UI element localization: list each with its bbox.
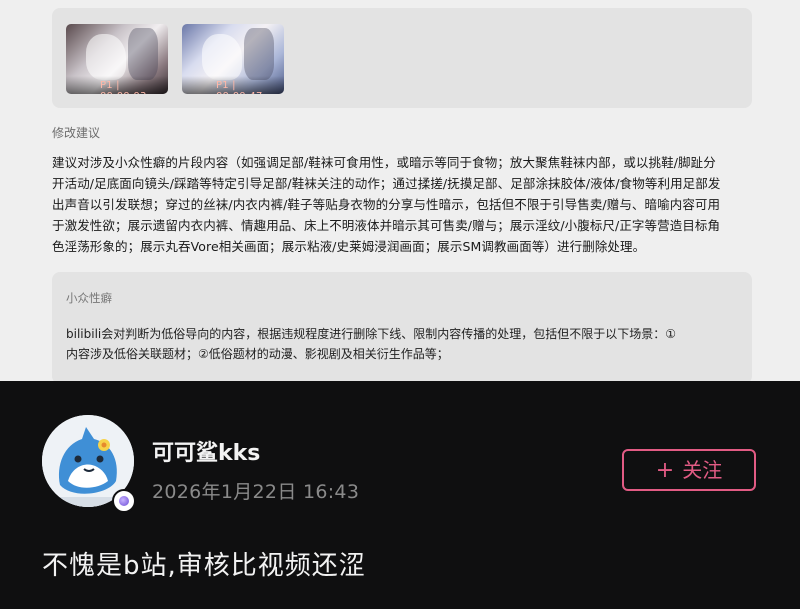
thumbnail-figure (244, 28, 274, 80)
thumbnail-card: P1 | 00:00:03 P1 | 00:00:47 (52, 8, 752, 108)
thumbnail-figure (128, 28, 158, 80)
plus-icon: + (655, 458, 675, 483)
section-title: 修改建议 (52, 126, 101, 140)
rule-line: bilibili会对判断为低俗导向的内容，根据违规程度进行删除下线、限制内容传播… (66, 327, 677, 341)
suggestion-line: 建议对涉及小众性癖的片段内容（如强调足部/鞋袜可食用性，或暗示等同于食物；放大聚… (52, 155, 716, 170)
rule-card-title: 小众性癖 (66, 291, 112, 305)
suggestion-line: 开活动/足底面向镜头/踩踏等特定引导足部/鞋袜关注的动作；通过揉搓/抚摸足部、足… (52, 176, 721, 191)
social-post: 可可鲨kks 2026年1月22日 16:43 + 关注 不愧是b站,审核比视频还… (0, 381, 800, 609)
suggestion-line: 出声音以引发联想；穿过的丝袜/内衣内裤/鞋子等贴身衣物的分享与性暗示，包括但不限… (52, 197, 721, 212)
video-thumbnail-1[interactable]: P1 | 00:00:03 (66, 24, 168, 94)
video-thumbnail-2[interactable]: P1 | 00:00:47 (182, 24, 284, 94)
thumbnail-timestamp: P1 | 00:00:47 (182, 76, 284, 94)
follow-button[interactable]: + 关注 (622, 449, 756, 491)
rule-line: 内容涉及低俗关联题材；②低俗题材的动漫、影视剧及相关衍生作品等； (66, 347, 449, 361)
username[interactable]: 可可鲨kks (152, 435, 260, 467)
follow-label: 关注 (682, 458, 723, 482)
suggestion-text: 建议对涉及小众性癖的片段内容（如强调足部/鞋袜可食用性，或暗示等同于食物；放大聚… (52, 152, 782, 257)
verified-badge-icon (112, 489, 136, 513)
moderation-report: P1 | 00:00:03 P1 | 00:00:47 修改建议 建议对涉及小众… (0, 0, 800, 381)
rule-card-text: bilibili会对判断为低俗导向的内容，根据违规程度进行删除下线、限制内容传播… (66, 324, 738, 364)
suggestion-line: 色淫荡形象的；展示丸吞Vore相关画面；展示粘液/史莱姆浸润画面；展示SM调教画… (52, 239, 646, 254)
post-timestamp: 2026年1月22日 16:43 (152, 481, 360, 503)
thumbnail-figure (202, 34, 242, 80)
thumbnail-figure (86, 34, 126, 80)
rule-card: 小众性癖 bilibili会对判断为低俗导向的内容，根据违规程度进行删除下线、限… (52, 272, 752, 381)
suggestion-line: 于激发性欲；展示遗留内衣内裤、情趣用品、床上不明液体并暗示其可售卖/赠与；展示淫… (52, 218, 721, 233)
post-text: 不愧是b站,审核比视频还涩 (42, 551, 366, 581)
thumbnail-timestamp: P1 | 00:00:03 (66, 76, 168, 94)
